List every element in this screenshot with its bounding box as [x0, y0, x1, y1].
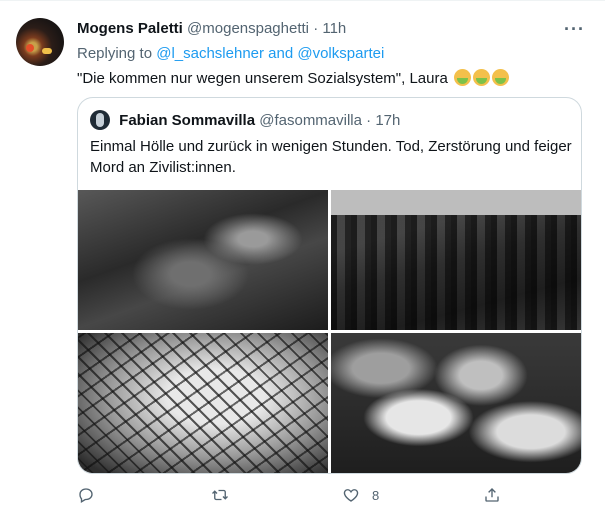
retweet-button[interactable] [211, 486, 229, 504]
reply-button[interactable] [77, 486, 95, 504]
avatar[interactable] [16, 18, 64, 66]
replying-to: Replying to @l_sachslehner and @volkspar… [77, 45, 384, 62]
top-divider [0, 0, 605, 1]
collapsed-structure-photo[interactable] [78, 333, 328, 473]
quote-header: Fabian Sommavilla @fasommavilla · 17h [90, 110, 400, 130]
trench-grave-photo[interactable] [331, 190, 581, 330]
like-icon [343, 489, 359, 502]
strollers-photo[interactable] [331, 333, 581, 473]
photo-grid [78, 190, 581, 473]
avatar-detail [42, 48, 52, 54]
quote-text: Einmal Hölle und zurück in wenigen Stund… [90, 138, 572, 176]
face-vomiting-icon [453, 69, 471, 86]
quote-avatar [90, 110, 110, 130]
destroyed-vehicles-photo[interactable] [78, 190, 328, 330]
quote-author-handle: @fasommavilla [259, 112, 362, 129]
replying-to-link[interactable]: @l_sachslehner and @volkspartei [156, 45, 384, 62]
reply-icon [79, 488, 93, 503]
replying-to-label: Replying to [77, 45, 157, 62]
tweet-time[interactable]: 11h [322, 20, 346, 37]
quoted-tweet[interactable]: Fabian Sommavilla @fasommavilla · 17h Ei… [77, 97, 582, 474]
face-vomiting-icon [472, 69, 490, 86]
share-icon [485, 488, 499, 502]
retweet-icon [212, 489, 228, 501]
avatar-detail [26, 44, 34, 52]
author-handle[interactable]: @mogenspaghetti [187, 20, 309, 37]
share-button[interactable] [483, 486, 501, 504]
quote-time: 17h [375, 112, 401, 129]
separator-dot: · [313, 20, 319, 37]
tweet-text: "Die kommen nur wegen unserem Sozialsyst… [77, 69, 509, 87]
like-count: 8 [372, 487, 380, 503]
tweet-text-content: "Die kommen nur wegen unserem Sozialsyst… [77, 70, 452, 87]
tweet[interactable]: Mogens Paletti @mogenspaghetti · 11h ···… [0, 0, 605, 519]
tweet-header: Mogens Paletti @mogenspaghetti · 11h [77, 20, 346, 37]
author-name[interactable]: Mogens Paletti [77, 20, 183, 37]
like-button[interactable]: 8 [342, 486, 379, 504]
quote-author-name: Fabian Sommavilla [119, 112, 256, 129]
face-vomiting-icon [491, 69, 509, 86]
more-options-icon[interactable]: ··· [564, 19, 585, 40]
action-bar: 8 [77, 486, 582, 508]
separator-dot: · [366, 112, 372, 129]
